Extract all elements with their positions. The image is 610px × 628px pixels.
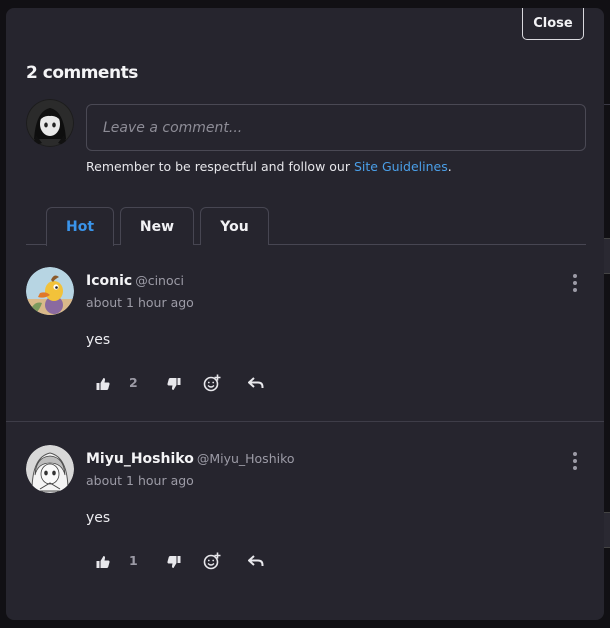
thumbs-up-icon	[96, 556, 110, 568]
comment-timestamp: about 1 hour ago	[86, 295, 194, 310]
comment-text: yes	[86, 510, 111, 526]
thumbs-down-icon	[167, 556, 181, 568]
comment-timestamp: about 1 hour ago	[86, 473, 194, 488]
dislike-button[interactable]	[165, 553, 183, 571]
duck-avatar-icon	[26, 267, 74, 315]
current-user-avatar	[26, 99, 74, 147]
reply-button[interactable]	[246, 374, 266, 392]
commenter-avatar[interactable]	[26, 267, 74, 315]
background-edge-line	[604, 238, 610, 274]
comments-modal: Close 2 comments Leave a comment... Reme…	[6, 8, 604, 620]
add-reaction-button[interactable]	[202, 373, 222, 393]
more-options-icon[interactable]	[570, 274, 580, 292]
commenter-name[interactable]: Iconic @cinoci	[86, 273, 184, 289]
add-emoji-icon	[203, 552, 221, 570]
tab-you[interactable]: You	[200, 207, 269, 245]
guidelines-suffix: .	[447, 159, 452, 174]
commenter-handle: @Miyu_Hoshiko	[196, 451, 295, 466]
like-count: 2	[129, 375, 138, 390]
add-reaction-button[interactable]	[202, 551, 222, 571]
commenter-display-name[interactable]: Miyu_Hoshiko	[86, 451, 194, 467]
background-edge-line	[604, 104, 610, 105]
dislike-button[interactable]	[165, 375, 183, 393]
close-button[interactable]: Close	[522, 8, 584, 40]
thumbs-up-icon	[96, 378, 110, 390]
background-edge-line	[604, 512, 610, 548]
add-emoji-icon	[203, 374, 221, 392]
site-guidelines-link[interactable]: Site Guidelines	[354, 159, 448, 174]
comment-divider	[6, 421, 604, 422]
like-count: 1	[129, 553, 138, 568]
tab-new[interactable]: New	[120, 207, 194, 245]
guidelines-notice: Remember to be respectful and follow our…	[86, 159, 452, 174]
guidelines-text: Remember to be respectful and follow our	[86, 159, 354, 174]
reply-button[interactable]	[246, 552, 266, 570]
tab-hot[interactable]: Hot	[46, 207, 114, 246]
anime-girl-dark-avatar-icon	[26, 99, 74, 147]
comment-text: yes	[86, 332, 111, 348]
commenter-avatar[interactable]	[26, 445, 74, 493]
commenter-handle: @cinoci	[135, 273, 184, 288]
like-button[interactable]	[94, 553, 112, 571]
reply-arrow-icon	[248, 555, 264, 566]
like-button[interactable]	[94, 375, 112, 393]
anime-girl-avatar-icon	[26, 445, 74, 493]
comment-input[interactable]: Leave a comment...	[86, 104, 586, 151]
more-options-icon[interactable]	[570, 452, 580, 470]
commenter-display-name[interactable]: Iconic	[86, 273, 132, 289]
comment-count-heading: 2 comments	[26, 63, 138, 83]
reply-arrow-icon	[248, 377, 264, 388]
thumbs-down-icon	[167, 378, 181, 390]
commenter-name[interactable]: Miyu_Hoshiko @Miyu_Hoshiko	[86, 451, 295, 467]
